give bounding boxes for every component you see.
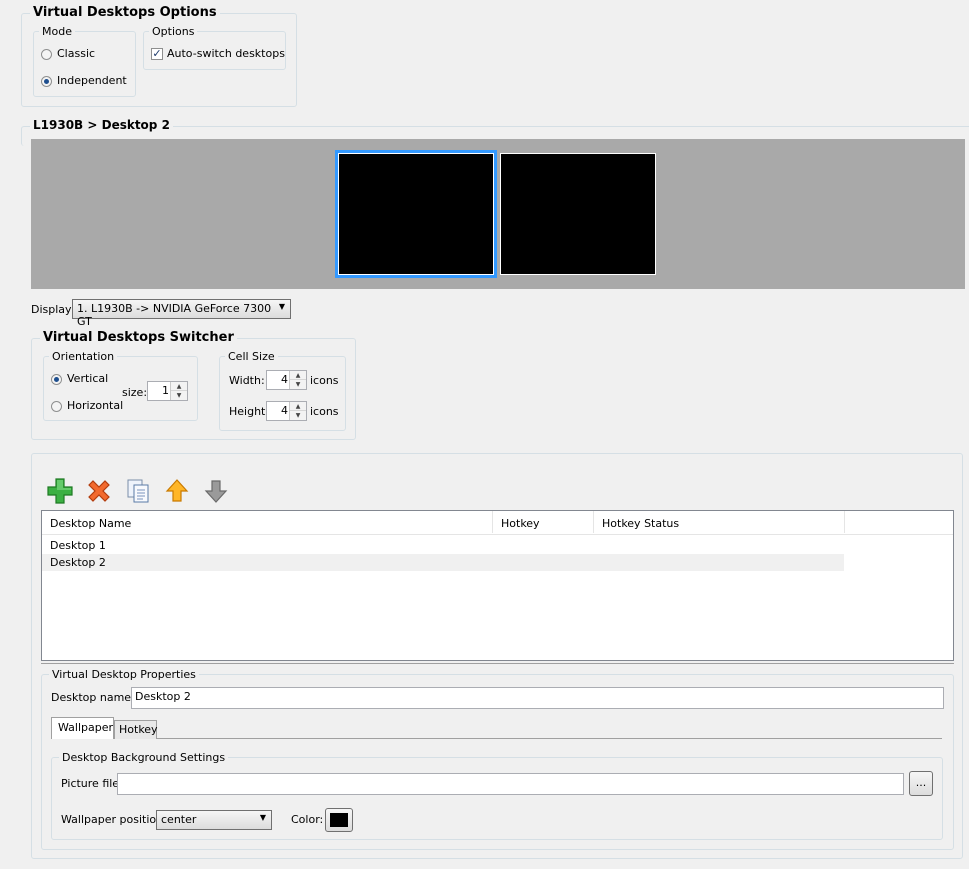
spin-up-icon[interactable]: ▲ — [171, 382, 187, 391]
table-header-divider — [42, 534, 953, 535]
horizontal-label[interactable]: Horizontal — [67, 399, 123, 412]
desktop-thumb-2[interactable] — [500, 153, 656, 275]
display-select-value: 1. L1930B -> NVIDIA GeForce 7300 GT — [77, 302, 272, 328]
table-row[interactable]: Desktop 2 — [42, 554, 844, 571]
size-value: 1 — [162, 384, 169, 397]
size-stepper[interactable]: 1 ▲ ▼ — [147, 381, 188, 401]
cell-size-title: Cell Size — [225, 350, 278, 363]
browse-button[interactable]: ... — [909, 771, 933, 796]
auto-switch-checkbox[interactable]: ✓ — [151, 48, 163, 60]
display-select[interactable]: 1. L1930B -> NVIDIA GeForce 7300 GT ▼ — [72, 299, 291, 328]
column-header-desktop-name[interactable]: Desktop Name — [42, 511, 493, 533]
wallpaper-position-select[interactable]: center ▼ — [156, 810, 272, 830]
height-value: 4 — [281, 404, 288, 417]
properties-title: Virtual Desktop Properties — [49, 668, 199, 681]
width-label: Width: — [229, 374, 265, 387]
switcher-title: Virtual Desktops Switcher — [40, 330, 237, 345]
desktop-name-field[interactable]: Desktop 2 — [131, 687, 944, 709]
color-label: Color: — [291, 813, 324, 826]
picture-file-label: Picture file: — [61, 777, 123, 790]
tab-strip-line — [157, 738, 942, 739]
classic-label[interactable]: Classic — [57, 47, 95, 60]
chevron-down-icon: ▼ — [259, 813, 266, 822]
desktop-name-value: Desktop 2 — [135, 690, 191, 703]
wallpaper-position-label: Wallpaper position: — [61, 813, 167, 826]
browse-label: ... — [915, 776, 927, 789]
table-row[interactable]: Desktop 1 — [42, 537, 844, 554]
move-down-icon[interactable] — [201, 476, 231, 506]
vertical-label[interactable]: Vertical — [67, 372, 108, 385]
desktops-table: Desktop Name Hotkey Hotkey Status Deskto… — [41, 510, 954, 661]
tab-hotkey[interactable]: Hotkey — [114, 720, 158, 739]
wallpaper-position-value: center — [161, 813, 197, 826]
desktop-thumb-1[interactable] — [335, 150, 497, 278]
orientation-title: Orientation — [49, 350, 118, 363]
mode-group: Mode — [33, 25, 136, 97]
copy-icon[interactable] — [123, 476, 153, 506]
spin-up-icon[interactable]: ▲ — [290, 371, 306, 380]
desktop-preview-area — [31, 139, 965, 289]
tab-hotkey-label: Hotkey — [119, 723, 158, 736]
independent-label[interactable]: Independent — [57, 74, 127, 87]
color-swatch — [330, 813, 348, 827]
color-button[interactable] — [325, 808, 353, 832]
spin-down-icon[interactable]: ▼ — [290, 411, 306, 420]
chevron-down-icon: ▼ — [278, 302, 285, 311]
width-stepper[interactable]: 4 ▲ ▼ — [266, 370, 307, 390]
delete-icon[interactable] — [84, 476, 114, 506]
auto-switch-label[interactable]: Auto-switch desktops — [167, 47, 285, 60]
horizontal-radio[interactable] — [51, 401, 62, 412]
height-units: icons — [310, 405, 339, 418]
tab-wallpaper[interactable]: Wallpaper — [51, 717, 114, 739]
row-desktop-name: Desktop 1 — [50, 539, 106, 552]
column-header-hotkey-status[interactable]: Hotkey Status — [594, 511, 845, 533]
spin-down-icon[interactable]: ▼ — [171, 391, 187, 400]
column-header-hotkey[interactable]: Hotkey — [493, 511, 594, 533]
spin-down-icon[interactable]: ▼ — [290, 380, 306, 389]
background-settings-title: Desktop Background Settings — [59, 751, 229, 764]
tab-wallpaper-label: Wallpaper — [58, 721, 114, 734]
display-label: Display: — [31, 303, 75, 316]
row-desktop-name: Desktop 2 — [50, 556, 106, 569]
move-up-icon[interactable] — [162, 476, 192, 506]
picture-file-field[interactable] — [117, 773, 904, 795]
splitter[interactable] — [41, 663, 954, 664]
width-units: icons — [310, 374, 339, 387]
mode-group-title: Mode — [39, 25, 75, 38]
desktop-name-label: Desktop name: — [51, 691, 135, 704]
preview-title: L1930B > Desktop 2 — [30, 118, 173, 132]
height-label: Height: — [229, 405, 270, 418]
height-stepper[interactable]: 4 ▲ ▼ — [266, 401, 307, 421]
add-icon[interactable] — [45, 476, 75, 506]
options-subgroup-title: Options — [149, 25, 198, 38]
independent-radio[interactable] — [41, 76, 52, 87]
vertical-radio[interactable] — [51, 374, 62, 385]
classic-radio[interactable] — [41, 49, 52, 60]
size-label: size: — [122, 386, 148, 399]
spin-up-icon[interactable]: ▲ — [290, 402, 306, 411]
options-group-title: Virtual Desktops Options — [30, 5, 220, 20]
width-value: 4 — [281, 373, 288, 386]
